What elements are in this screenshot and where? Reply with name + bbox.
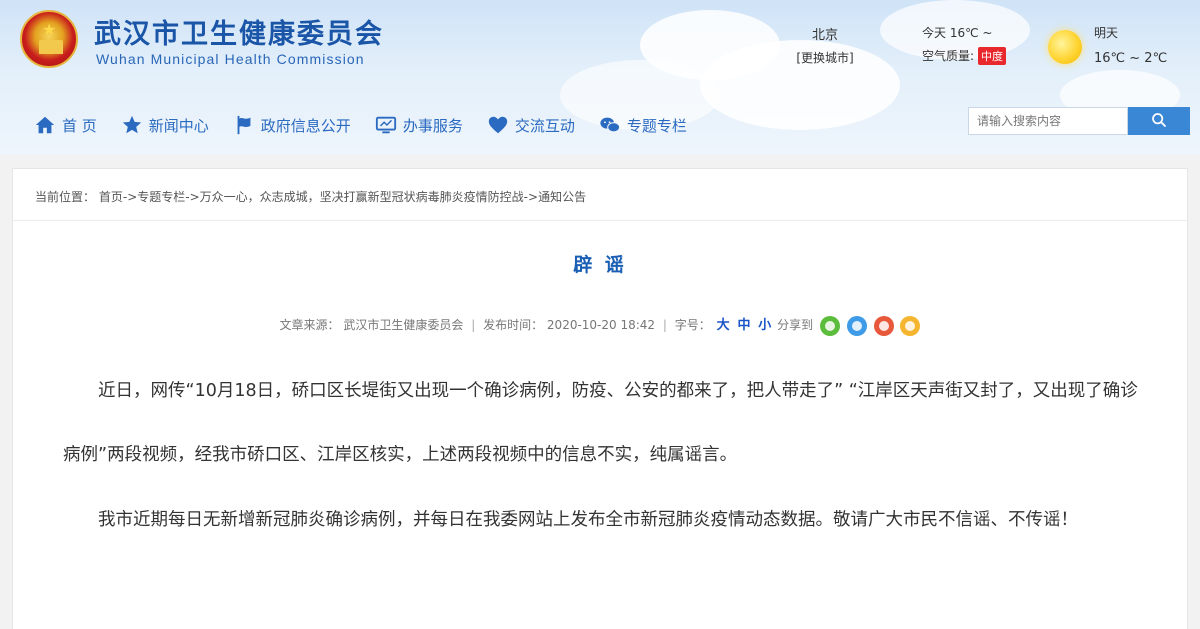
site-name-en: Wuhan Municipal Health Commission (96, 51, 365, 67)
nav-label: 专题专栏 (626, 116, 687, 135)
breadcrumb-prefix: 当前位置： (35, 190, 96, 204)
breadcrumb-separator: -> (185, 190, 200, 204)
city-name: 北京 (811, 28, 838, 43)
star-icon (121, 114, 143, 136)
nav-label: 政府信息公开 (260, 116, 351, 135)
search-button[interactable] (1128, 107, 1190, 135)
nav-item-special[interactable]: 专题专栏 (599, 114, 687, 136)
today-temp: 今天 16℃ ~ (922, 26, 993, 40)
weather-tomorrow: 明天 16℃ ~ 2℃ (1094, 24, 1167, 66)
monitor-icon (375, 114, 397, 136)
wechat-icon (599, 114, 621, 136)
nav-item-services[interactable]: 办事服务 (375, 114, 463, 136)
breadcrumb-separator: -> (122, 190, 138, 204)
source-value: 武汉市卫生健康委员会 (343, 318, 464, 332)
air-quality: 空气质量: 中度 (922, 47, 1007, 65)
nav-item-gov-info[interactable]: 政府信息公开 (233, 114, 351, 136)
breadcrumb-item-topic[interactable]: 万众一心，众志成城，坚决打赢新型冠状病毒肺炎疫情防控战 (200, 190, 524, 204)
nav-label: 新闻中心 (148, 116, 209, 135)
breadcrumb-item-notices[interactable]: 通知公告 (538, 190, 586, 204)
article-paragraph: 我市近期每日无新增新冠肺炎确诊病例，并每日在我委网站上发布全市新冠肺炎疫情动态数… (98, 510, 1078, 530)
national-emblem-logo[interactable]: ★ (20, 10, 78, 68)
site-name-cn[interactable]: 武汉市卫生健康委员会 (94, 12, 384, 51)
share-label: 分享到 (777, 318, 814, 332)
breadcrumb-separator: -> (523, 190, 539, 204)
city-widget: 北京 [更换城市] (785, 24, 865, 66)
nav-label: 办事服务 (402, 116, 463, 135)
font-size-label: 字号： (674, 318, 711, 332)
sun-icon (1048, 30, 1082, 64)
flag-icon (233, 114, 255, 136)
heart-icon (487, 114, 509, 136)
publish-time: 2020-10-20 18:42 (546, 318, 656, 332)
home-icon (34, 114, 56, 136)
change-city-link[interactable]: [更换城市] (785, 49, 865, 66)
breadcrumb-item-special[interactable]: 专题专栏 (137, 190, 185, 204)
article-meta: 文章来源： 武汉市卫生健康委员会 | 发布时间： 2020-10-20 18:4… (13, 314, 1187, 336)
share-weibo-icon[interactable] (873, 315, 894, 336)
nav-item-news[interactable]: 新闻中心 (121, 114, 209, 136)
nav-item-interaction[interactable]: 交流互动 (487, 114, 575, 136)
tomorrow-label: 明天 (1094, 26, 1119, 40)
tomorrow-temp: 16℃ ~ 2℃ (1094, 51, 1168, 66)
source-label: 文章来源： (279, 318, 340, 332)
article-title: 辟 谣 (573, 254, 627, 276)
weather-today: 今天 16℃ ~ 空气质量: 中度 (922, 24, 1007, 65)
nav-item-home[interactable]: 首 页 (34, 114, 97, 136)
search-input[interactable] (968, 107, 1128, 135)
nav-label: 交流互动 (514, 116, 575, 135)
font-size-medium-button[interactable]: 中 (737, 318, 750, 333)
breadcrumb-item-home[interactable]: 首页 (99, 190, 123, 204)
breadcrumb: 当前位置： 首页->专题专栏->万众一心，众志成城，坚决打赢新型冠状病毒肺炎疫情… (13, 169, 1187, 221)
main-nav: 首 页 新闻中心 政府信息公开 办事服务 交流互动 专题专栏 (34, 112, 711, 138)
air-quality-badge: 中度 (978, 47, 1007, 65)
search-icon (1151, 112, 1167, 131)
nav-label: 首 页 (62, 116, 97, 135)
font-size-small-button[interactable]: 小 (758, 318, 771, 333)
publish-label: 发布时间： (483, 318, 544, 332)
air-quality-label: 空气质量: (922, 49, 975, 63)
share-qzone-icon[interactable] (846, 315, 867, 336)
article-container: 当前位置： 首页->专题专栏->万众一心，众志成城，坚决打赢新型冠状病毒肺炎疫情… (12, 168, 1188, 629)
share-favorite-icon[interactable] (900, 315, 921, 336)
article-paragraph: 近日，网传“10月18日，硚口区长堤街又出现一个确诊病例，防疫、公安的都来了，把… (63, 381, 1138, 465)
site-header: ★ 武汉市卫生健康委员会 Wuhan Municipal Health Comm… (0, 0, 1200, 155)
font-size-large-button[interactable]: 大 (717, 318, 730, 333)
share-wechat-icon[interactable] (819, 315, 840, 336)
